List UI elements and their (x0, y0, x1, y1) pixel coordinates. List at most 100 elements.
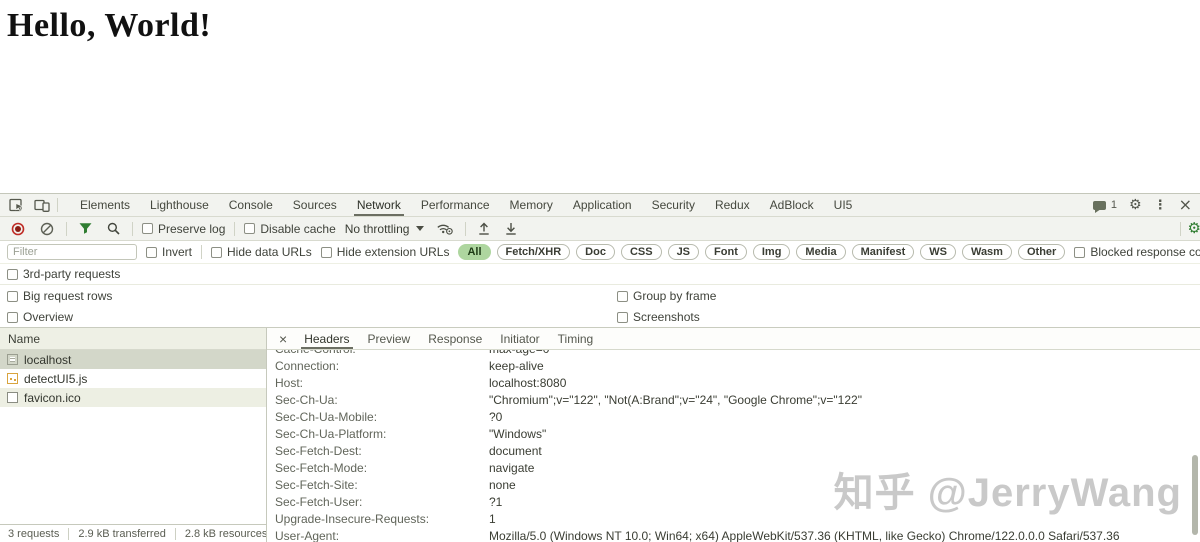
filter-pill-ws[interactable]: WS (920, 244, 956, 260)
third-party-requests-checkbox[interactable]: 3rd-party requests (7, 267, 120, 281)
checkbox-icon[interactable] (244, 223, 256, 234)
checkbox-icon[interactable] (1074, 246, 1086, 258)
toolbar-right: ⚙ (1179, 221, 1200, 236)
filter-pill-manifest[interactable]: Manifest (851, 244, 915, 260)
request-row-favicon-ico[interactable]: favicon.ico (0, 388, 266, 407)
record-network-log-icon[interactable] (8, 222, 28, 236)
filter-pill-other[interactable]: Other (1017, 244, 1066, 260)
filter-input[interactable] (7, 244, 137, 260)
header-row: User-Agent: Mozilla/5.0 (Windows NT 10.0… (267, 527, 1200, 542)
filter-pill-font[interactable]: Font (705, 244, 747, 260)
detail-tab-initiator[interactable]: Initiator (491, 328, 548, 349)
tab-elements[interactable]: Elements (70, 194, 140, 216)
hide-extension-urls-checkbox[interactable]: Hide extension URLs (320, 245, 449, 259)
hide-data-urls-label: Hide data URLs (227, 245, 312, 259)
tab-ui5[interactable]: UI5 (824, 194, 863, 216)
close-details-icon[interactable]: × (271, 331, 295, 347)
tab-lighthouse[interactable]: Lighthouse (140, 194, 219, 216)
checkbox-icon[interactable] (320, 246, 332, 258)
header-row: Sec-Fetch-Dest: document (267, 442, 1200, 459)
header-name: Connection: (275, 358, 340, 373)
network-settings-gear-icon[interactable]: ⚙ (1188, 221, 1200, 236)
detail-tab-preview[interactable]: Preview (359, 328, 420, 349)
header-value: "Chromium";v="122", "Not(A:Brand";v="24"… (489, 392, 862, 407)
network-main: Name localhost detectUI5.js favicon.ico … (0, 328, 1200, 542)
close-devtools-icon[interactable]: × (1179, 197, 1192, 213)
settings-gear-icon[interactable]: ⚙ (1129, 198, 1142, 212)
request-details-panel: × Headers Preview Response Initiator Tim… (267, 328, 1200, 542)
checkbox-icon[interactable] (7, 268, 18, 280)
filter-pill-css[interactable]: CSS (620, 244, 662, 260)
preserve-log-checkbox[interactable]: Preserve log (142, 222, 225, 236)
header-value: ?0 (489, 409, 503, 424)
network-conditions-icon[interactable] (433, 222, 456, 235)
filter-funnel-icon[interactable] (76, 222, 95, 235)
disable-cache-checkbox[interactable]: Disable cache (244, 222, 336, 236)
request-row-detectui5-js[interactable]: detectUI5.js (0, 369, 266, 388)
header-name: Sec-Fetch-Mode: (275, 460, 368, 475)
detail-tab-response[interactable]: Response (419, 328, 491, 349)
tab-application[interactable]: Application (563, 194, 642, 216)
scrollbar-thumb[interactable] (1192, 455, 1198, 535)
issues-button[interactable]: 1 (1092, 199, 1117, 213)
options-row-1: 3rd-party requests (0, 264, 1200, 285)
invert-checkbox[interactable]: Invert (146, 245, 192, 259)
header-value: none (489, 477, 516, 492)
headers-content: Cache-Control: max-age=0 Connection: kee… (267, 350, 1200, 542)
clear-network-log-icon[interactable] (37, 222, 57, 236)
big-request-rows-checkbox[interactable]: Big request rows (7, 289, 112, 303)
request-row-localhost[interactable]: localhost (0, 350, 266, 369)
request-name: localhost (24, 352, 72, 367)
tab-adblock[interactable]: AdBlock (760, 194, 824, 216)
checkbox-icon[interactable] (211, 246, 223, 258)
detail-tabs: Headers Preview Response Initiator Timin… (295, 328, 602, 349)
screenshots-checkbox[interactable]: Screenshots (617, 310, 700, 324)
group-by-frame-checkbox[interactable]: Group by frame (617, 289, 716, 303)
header-row: Host: localhost:8080 (267, 374, 1200, 391)
checkbox-icon[interactable] (7, 311, 18, 323)
name-column-header[interactable]: Name (0, 328, 266, 350)
watermark: 知乎 @JerryWang (833, 471, 1182, 515)
overview-label: Overview (23, 310, 74, 324)
inspect-element-icon[interactable] (6, 198, 27, 212)
filter-pill-all[interactable]: All (458, 244, 491, 260)
divider (1179, 221, 1181, 236)
overview-checkbox[interactable]: Overview (7, 310, 73, 324)
tab-redux[interactable]: Redux (705, 194, 760, 216)
tab-performance[interactable]: Performance (411, 194, 500, 216)
filter-pill-img[interactable]: Img (752, 244, 791, 260)
filter-pill-wasm[interactable]: Wasm (961, 244, 1012, 260)
header-value: document (489, 443, 542, 458)
hide-data-urls-checkbox[interactable]: Hide data URLs (211, 245, 312, 259)
throttling-dropdown[interactable]: No throttling (345, 222, 425, 236)
tab-sources[interactable]: Sources (283, 194, 347, 216)
checkbox-icon[interactable] (617, 290, 628, 302)
header-value: ?1 (489, 494, 503, 509)
status-item: 2.8 kB resources (174, 527, 266, 540)
tab-memory[interactable]: Memory (500, 194, 563, 216)
more-menu-icon[interactable]: ⋮ (1154, 199, 1167, 212)
tab-security[interactable]: Security (642, 194, 705, 216)
detail-tab-headers[interactable]: Headers (295, 328, 358, 349)
import-har-icon[interactable] (475, 222, 493, 235)
checkbox-icon[interactable] (142, 223, 153, 234)
detail-tab-timing[interactable]: Timing (549, 328, 603, 349)
filter-pill-media[interactable]: Media (796, 244, 846, 260)
filter-pill-js[interactable]: JS (667, 244, 700, 260)
tab-network[interactable]: Network (347, 194, 411, 216)
tab-console[interactable]: Console (219, 194, 283, 216)
checkbox-icon[interactable] (146, 246, 157, 258)
file-type-icon (7, 392, 18, 403)
third-party-requests-label: 3rd-party requests (23, 267, 121, 281)
group-by-frame-label: Group by frame (633, 289, 717, 303)
checkbox-icon[interactable] (617, 311, 628, 323)
filter-pill-fetch-xhr[interactable]: Fetch/XHR (496, 244, 571, 260)
export-har-icon[interactable] (502, 222, 520, 235)
divider (234, 221, 236, 236)
search-icon[interactable] (104, 222, 123, 235)
header-name: Sec-Fetch-User: (275, 494, 363, 509)
filter-pill-doc[interactable]: Doc (576, 244, 615, 260)
device-toolbar-icon[interactable] (31, 199, 53, 212)
checkbox-icon[interactable] (7, 290, 18, 302)
blocked-response-cookies-checkbox[interactable]: Blocked response cookies (1074, 245, 1200, 259)
